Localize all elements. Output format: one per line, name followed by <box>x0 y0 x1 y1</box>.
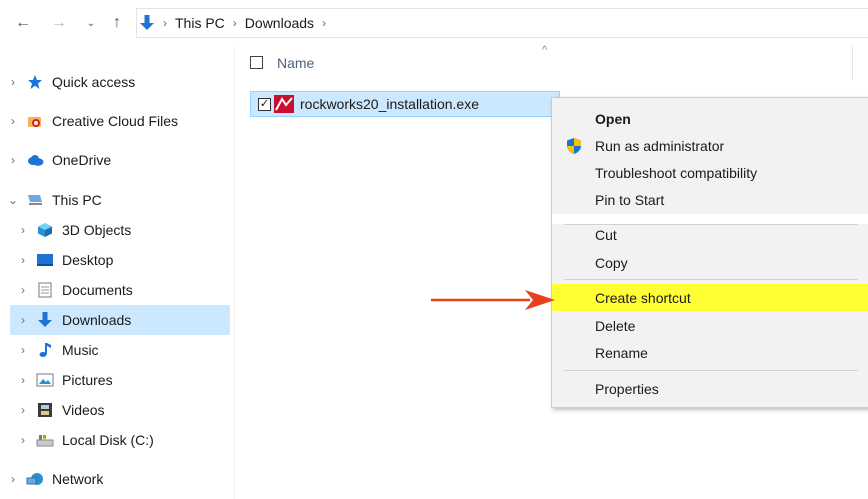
forward-arrow-icon: → <box>51 14 67 31</box>
back-button[interactable]: ← <box>12 10 34 36</box>
sidebar-item-this-pc[interactable]: ⌄ This PC <box>0 185 234 215</box>
sidebar-item-label: 3D Objects <box>62 222 132 238</box>
sidebar-item-documents[interactable]: › Documents <box>16 275 230 305</box>
forward-button[interactable]: → <box>48 10 70 36</box>
sidebar-item-videos[interactable]: › Videos <box>16 395 230 425</box>
menu-item-troubleshoot-compatibility[interactable]: Troubleshoot compatibility <box>552 159 868 186</box>
documents-icon <box>36 282 54 298</box>
chevron-right-icon[interactable]: › <box>16 343 30 357</box>
chevron-right-icon[interactable]: › <box>16 433 30 447</box>
menu-item-cut[interactable]: Cut <box>552 221 868 248</box>
menu-item-rename[interactable]: Rename <box>552 339 868 366</box>
sidebar-item-creative-cloud[interactable]: › Creative Cloud Files <box>0 106 234 136</box>
chevron-right-icon[interactable]: › <box>16 283 30 297</box>
annotation-arrow-icon <box>431 290 555 310</box>
sidebar-item-onedrive[interactable]: › OneDrive <box>0 145 234 175</box>
file-name: rockworks20_installation.exe <box>300 96 479 112</box>
chevron-right-icon[interactable]: › <box>16 373 30 387</box>
menu-separator <box>564 370 858 371</box>
context-menu: Open Run as administrator Troubleshoot c… <box>551 97 868 408</box>
sidebar-item-label: OneDrive <box>52 152 112 168</box>
breadcrumb-separator[interactable]: › <box>322 16 326 30</box>
up-arrow-icon: ↑ <box>113 14 121 31</box>
chevron-down-icon: ⌄ <box>86 17 96 29</box>
menu-item-run-as-administrator[interactable]: Run as administrator <box>552 132 868 159</box>
chevron-right-icon[interactable]: › <box>6 114 20 128</box>
sort-ascending-icon: ^ <box>542 44 548 56</box>
chevron-right-icon[interactable]: › <box>16 313 30 327</box>
chevron-right-icon[interactable]: › <box>16 223 30 237</box>
sidebar-item-desktop[interactable]: › Desktop <box>16 245 230 275</box>
sidebar-item-label: Local Disk (C:) <box>62 432 154 448</box>
recent-locations-button[interactable]: ⌄ <box>84 10 98 36</box>
cube-icon <box>36 222 54 238</box>
column-name-header[interactable]: Name <box>277 55 314 71</box>
sidebar-item-local-disk[interactable]: › Local Disk (C:) <box>16 425 230 455</box>
menu-item-copy[interactable]: Copy <box>552 249 868 276</box>
breadcrumb-downloads[interactable]: Downloads <box>245 15 314 31</box>
chevron-down-icon[interactable]: ⌄ <box>6 193 20 207</box>
sidebar-item-label: Documents <box>62 282 133 298</box>
download-arrow-icon <box>36 312 54 328</box>
chevron-right-icon[interactable]: › <box>16 403 30 417</box>
sidebar-item-downloads[interactable]: › Downloads <box>10 305 230 335</box>
menu-item-delete[interactable]: Delete <box>552 312 868 339</box>
sidebar-item-network[interactable]: › Network <box>0 464 234 494</box>
sidebar-item-label: Creative Cloud Files <box>52 113 179 129</box>
sidebar-item-label: Desktop <box>62 252 114 268</box>
row-checkbox[interactable]: ✓ <box>258 97 271 111</box>
up-button[interactable]: ↑ <box>106 10 128 36</box>
menu-item-properties[interactable]: Properties <box>552 375 868 402</box>
navigation-pane: › Quick access › Creative Cloud Files › … <box>0 46 234 499</box>
breadcrumb[interactable]: › This PC › Downloads › <box>136 8 868 38</box>
back-arrow-icon: ← <box>15 14 31 31</box>
star-icon <box>26 74 44 90</box>
select-all-checkbox[interactable] <box>250 56 263 69</box>
sidebar-item-label: This PC <box>52 192 102 208</box>
address-bar: ← → ⌄ ↑ › This PC › Downloads › <box>0 0 868 46</box>
disk-icon <box>36 432 54 448</box>
sidebar-item-3d-objects[interactable]: › 3D Objects <box>16 215 230 245</box>
column-divider[interactable] <box>852 46 853 80</box>
sidebar-item-quick-access[interactable]: › Quick access <box>0 67 234 97</box>
sidebar-item-label: Quick access <box>52 74 136 90</box>
network-icon <box>26 471 44 487</box>
sidebar-item-label: Downloads <box>62 312 132 328</box>
rockworks-app-icon <box>274 95 294 113</box>
cloud-icon <box>26 152 44 168</box>
sidebar-item-label: Music <box>62 342 99 358</box>
sidebar-item-label: Videos <box>62 402 105 418</box>
menu-item-pin-to-start[interactable]: Pin to Start <box>552 186 868 213</box>
chevron-right-icon[interactable]: › <box>6 75 20 89</box>
sidebar-item-pictures[interactable]: › Pictures <box>16 365 230 395</box>
sidebar-item-label: Pictures <box>62 372 113 388</box>
file-row[interactable]: ✓ rockworks20_installation.exe <box>250 91 560 117</box>
creative-cloud-icon <box>26 113 44 129</box>
sidebar-item-music[interactable]: › Music <box>16 335 230 365</box>
menu-separator <box>564 279 858 280</box>
film-icon <box>36 402 54 418</box>
uac-shield-icon <box>565 137 583 155</box>
music-note-icon <box>36 342 54 358</box>
sidebar-item-label: Network <box>52 471 104 487</box>
desktop-icon <box>36 252 54 268</box>
pictures-icon <box>36 372 54 388</box>
chevron-right-icon[interactable]: › <box>6 472 20 486</box>
column-header: Name ^ <box>236 44 868 80</box>
chevron-right-icon[interactable]: › <box>16 253 30 267</box>
chevron-right-icon[interactable]: › <box>6 153 20 167</box>
breadcrumb-this-pc[interactable]: This PC <box>175 15 225 31</box>
menu-item-open[interactable]: Open <box>552 105 868 132</box>
breadcrumb-separator: › <box>232 16 237 30</box>
menu-item-create-shortcut[interactable]: Create shortcut <box>552 284 868 311</box>
download-location-icon <box>139 14 155 32</box>
breadcrumb-separator: › <box>163 16 167 30</box>
computer-icon <box>26 192 44 208</box>
pane-divider[interactable] <box>234 46 235 499</box>
